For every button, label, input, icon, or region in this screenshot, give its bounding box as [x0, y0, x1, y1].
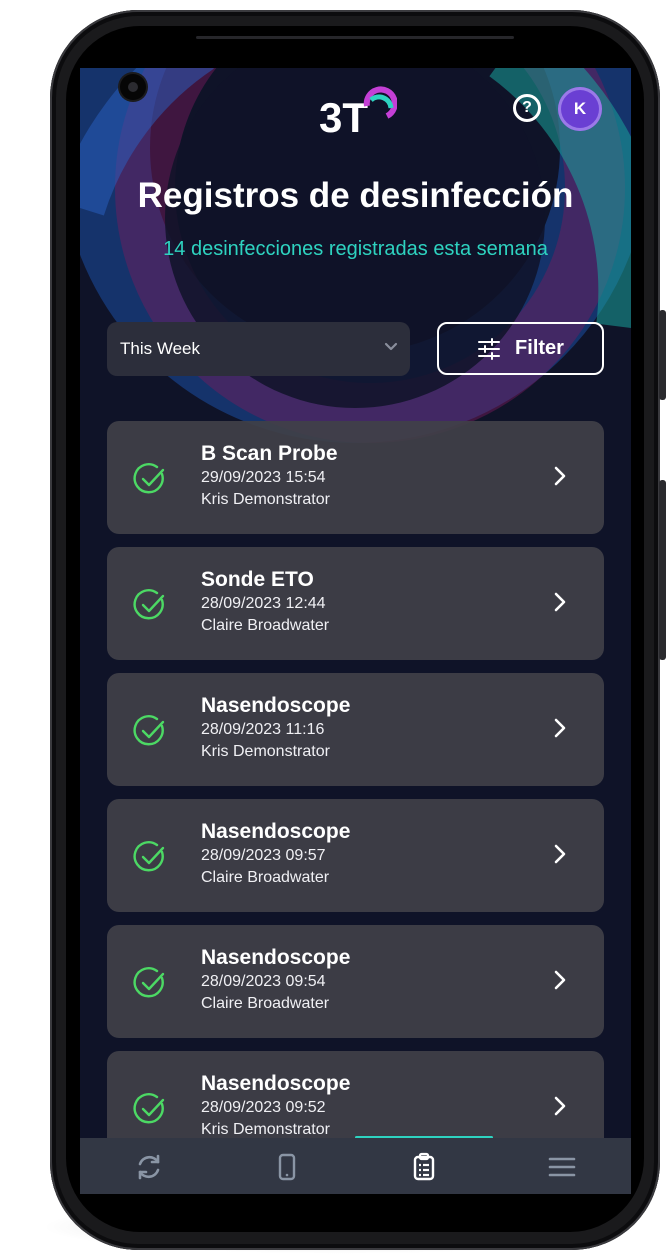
filter-label: Filter — [515, 337, 564, 359]
record-user: Kris Demonstrator — [201, 491, 330, 508]
menu-icon — [547, 1152, 577, 1193]
record-info: Nasendoscope 28/09/2023 11:16 Kris Demonst… — [201, 693, 350, 763]
record-timestamp: 28/09/2023 09:54 — [201, 973, 326, 990]
chevron-right-icon — [554, 844, 566, 864]
record-card[interactable]: Sonde ETO 28/09/2023 12:44 Claire Broadwat… — [107, 547, 604, 660]
record-user: Claire Broadwater — [201, 617, 330, 634]
page-title: Registros de desinfección — [137, 176, 574, 215]
date-range-select[interactable]: This Week — [107, 322, 410, 376]
record-device: Nasendoscope — [201, 820, 351, 843]
phone-icon — [272, 1152, 302, 1193]
record-timestamp: 28/09/2023 09:57 — [201, 847, 326, 864]
tab-label: Ciclo — [132, 1193, 166, 1194]
refresh-icon — [134, 1152, 164, 1193]
record-device: Nasendoscope — [201, 1072, 351, 1095]
record-card[interactable]: B Scan Probe 29/09/2023 15:54 Kris Demonst… — [107, 421, 604, 534]
phone-bezel: 3T ? K Registros de desinfección 14 desi… — [66, 26, 644, 1232]
tab-registro[interactable]: Registro — [356, 1138, 494, 1194]
front-camera — [120, 74, 146, 100]
sliders-icon — [478, 337, 501, 360]
logo-text: 3T — [319, 94, 368, 138]
record-info: Nasendoscope 28/09/2023 09:54 Claire Broad… — [201, 945, 350, 1015]
check-circle-icon — [133, 463, 165, 494]
record-card[interactable]: Nasendoscope 28/09/2023 09:57 Claire Broad… — [107, 799, 604, 912]
tab-label: Dispositivo — [249, 1193, 324, 1194]
check-circle-icon — [133, 589, 165, 620]
chevron-right-icon — [554, 592, 566, 612]
chevron-right-icon — [554, 718, 566, 738]
record-info: Nasendoscope 28/09/2023 09:52 Kris Demonst… — [201, 1071, 350, 1141]
record-info: Nasendoscope 28/09/2023 09:57 Claire Broad… — [201, 819, 350, 889]
app-screen: 3T ? K Registros de desinfección 14 desi… — [80, 68, 631, 1194]
clipboard-icon — [409, 1152, 439, 1193]
tab-m-s[interactable]: Más — [493, 1138, 631, 1194]
record-timestamp: 29/09/2023 15:54 — [201, 469, 326, 486]
record-timestamp: 28/09/2023 12:44 — [201, 595, 326, 612]
chevron-right-icon — [554, 1096, 566, 1116]
tab-label: Registro — [396, 1193, 453, 1194]
filter-button[interactable]: Filter — [437, 322, 604, 375]
check-circle-icon — [133, 1093, 165, 1124]
record-timestamp: 28/09/2023 11:16 — [201, 721, 325, 738]
app-logo: 3T — [317, 86, 398, 143]
chevron-down-icon — [384, 342, 398, 351]
record-user: Claire Broadwater — [201, 869, 330, 886]
tab-label: Más — [549, 1193, 576, 1194]
record-info: Sonde ETO 28/09/2023 12:44 Claire Broadwat… — [201, 567, 329, 637]
record-device: Sonde ETO — [201, 568, 314, 591]
check-circle-icon — [133, 841, 165, 872]
record-device: Nasendoscope — [201, 694, 351, 717]
help-icon[interactable]: ? — [513, 94, 541, 122]
chevron-right-icon — [554, 970, 566, 990]
bottom-tab-bar: Ciclo Dispositivo Registro Más — [80, 1138, 631, 1194]
record-card[interactable]: Nasendoscope 28/09/2023 09:54 Claire Broad… — [107, 925, 604, 1038]
record-info: B Scan Probe 29/09/2023 15:54 Kris Demonst… — [201, 441, 338, 511]
check-circle-icon — [133, 715, 165, 746]
speaker-grille — [196, 36, 514, 39]
record-device: Nasendoscope — [201, 946, 351, 969]
tab-ciclo[interactable]: Ciclo — [80, 1138, 218, 1194]
volume-button — [659, 310, 666, 400]
tab-dispositivo[interactable]: Dispositivo — [218, 1138, 356, 1194]
date-range-value: This Week — [120, 339, 200, 358]
records-list: B Scan Probe 29/09/2023 15:54 Kris Demonst… — [107, 421, 604, 1177]
avatar[interactable]: K — [558, 87, 602, 131]
record-card[interactable]: Nasendoscope 28/09/2023 11:16 Kris Demonst… — [107, 673, 604, 786]
check-circle-icon — [133, 967, 165, 998]
page-subtitle: 14 desinfecciones registradas esta seman… — [163, 238, 548, 260]
record-device: B Scan Probe — [201, 442, 338, 465]
record-timestamp: 28/09/2023 09:52 — [201, 1099, 326, 1116]
power-button — [659, 480, 666, 660]
record-user: Claire Broadwater — [201, 995, 330, 1012]
record-user: Kris Demonstrator — [201, 743, 330, 760]
chevron-right-icon — [554, 466, 566, 486]
